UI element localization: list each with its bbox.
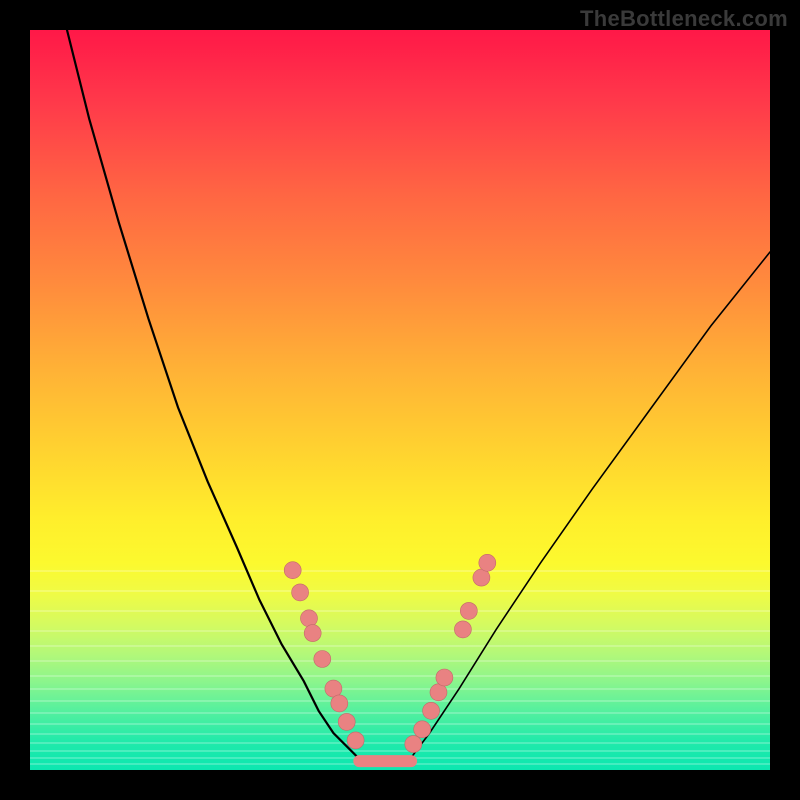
watermark-text: TheBottleneck.com — [580, 6, 788, 32]
marker-dot — [430, 684, 447, 701]
plot-area — [30, 30, 770, 770]
markers-right-group — [405, 554, 496, 752]
marker-dot — [460, 602, 477, 619]
marker-dot — [423, 702, 440, 719]
marker-dot — [473, 569, 490, 586]
marker-dot — [284, 562, 301, 579]
marker-dot — [454, 621, 471, 638]
curve-right — [407, 252, 770, 763]
marker-dot — [314, 651, 331, 668]
curve-group — [67, 30, 770, 764]
chart-frame: TheBottleneck.com — [0, 0, 800, 800]
marker-dot — [479, 554, 496, 571]
marker-dot — [405, 736, 422, 753]
marker-dot — [331, 695, 348, 712]
curve-left — [67, 30, 407, 764]
marker-dot — [300, 610, 317, 627]
marker-dot — [338, 713, 355, 730]
marker-dot — [347, 732, 364, 749]
chart-svg — [30, 30, 770, 770]
marker-dot — [304, 625, 321, 642]
marker-dot — [292, 584, 309, 601]
marker-dot — [436, 669, 453, 686]
marker-dot — [414, 721, 431, 738]
marker-dot — [325, 680, 342, 697]
